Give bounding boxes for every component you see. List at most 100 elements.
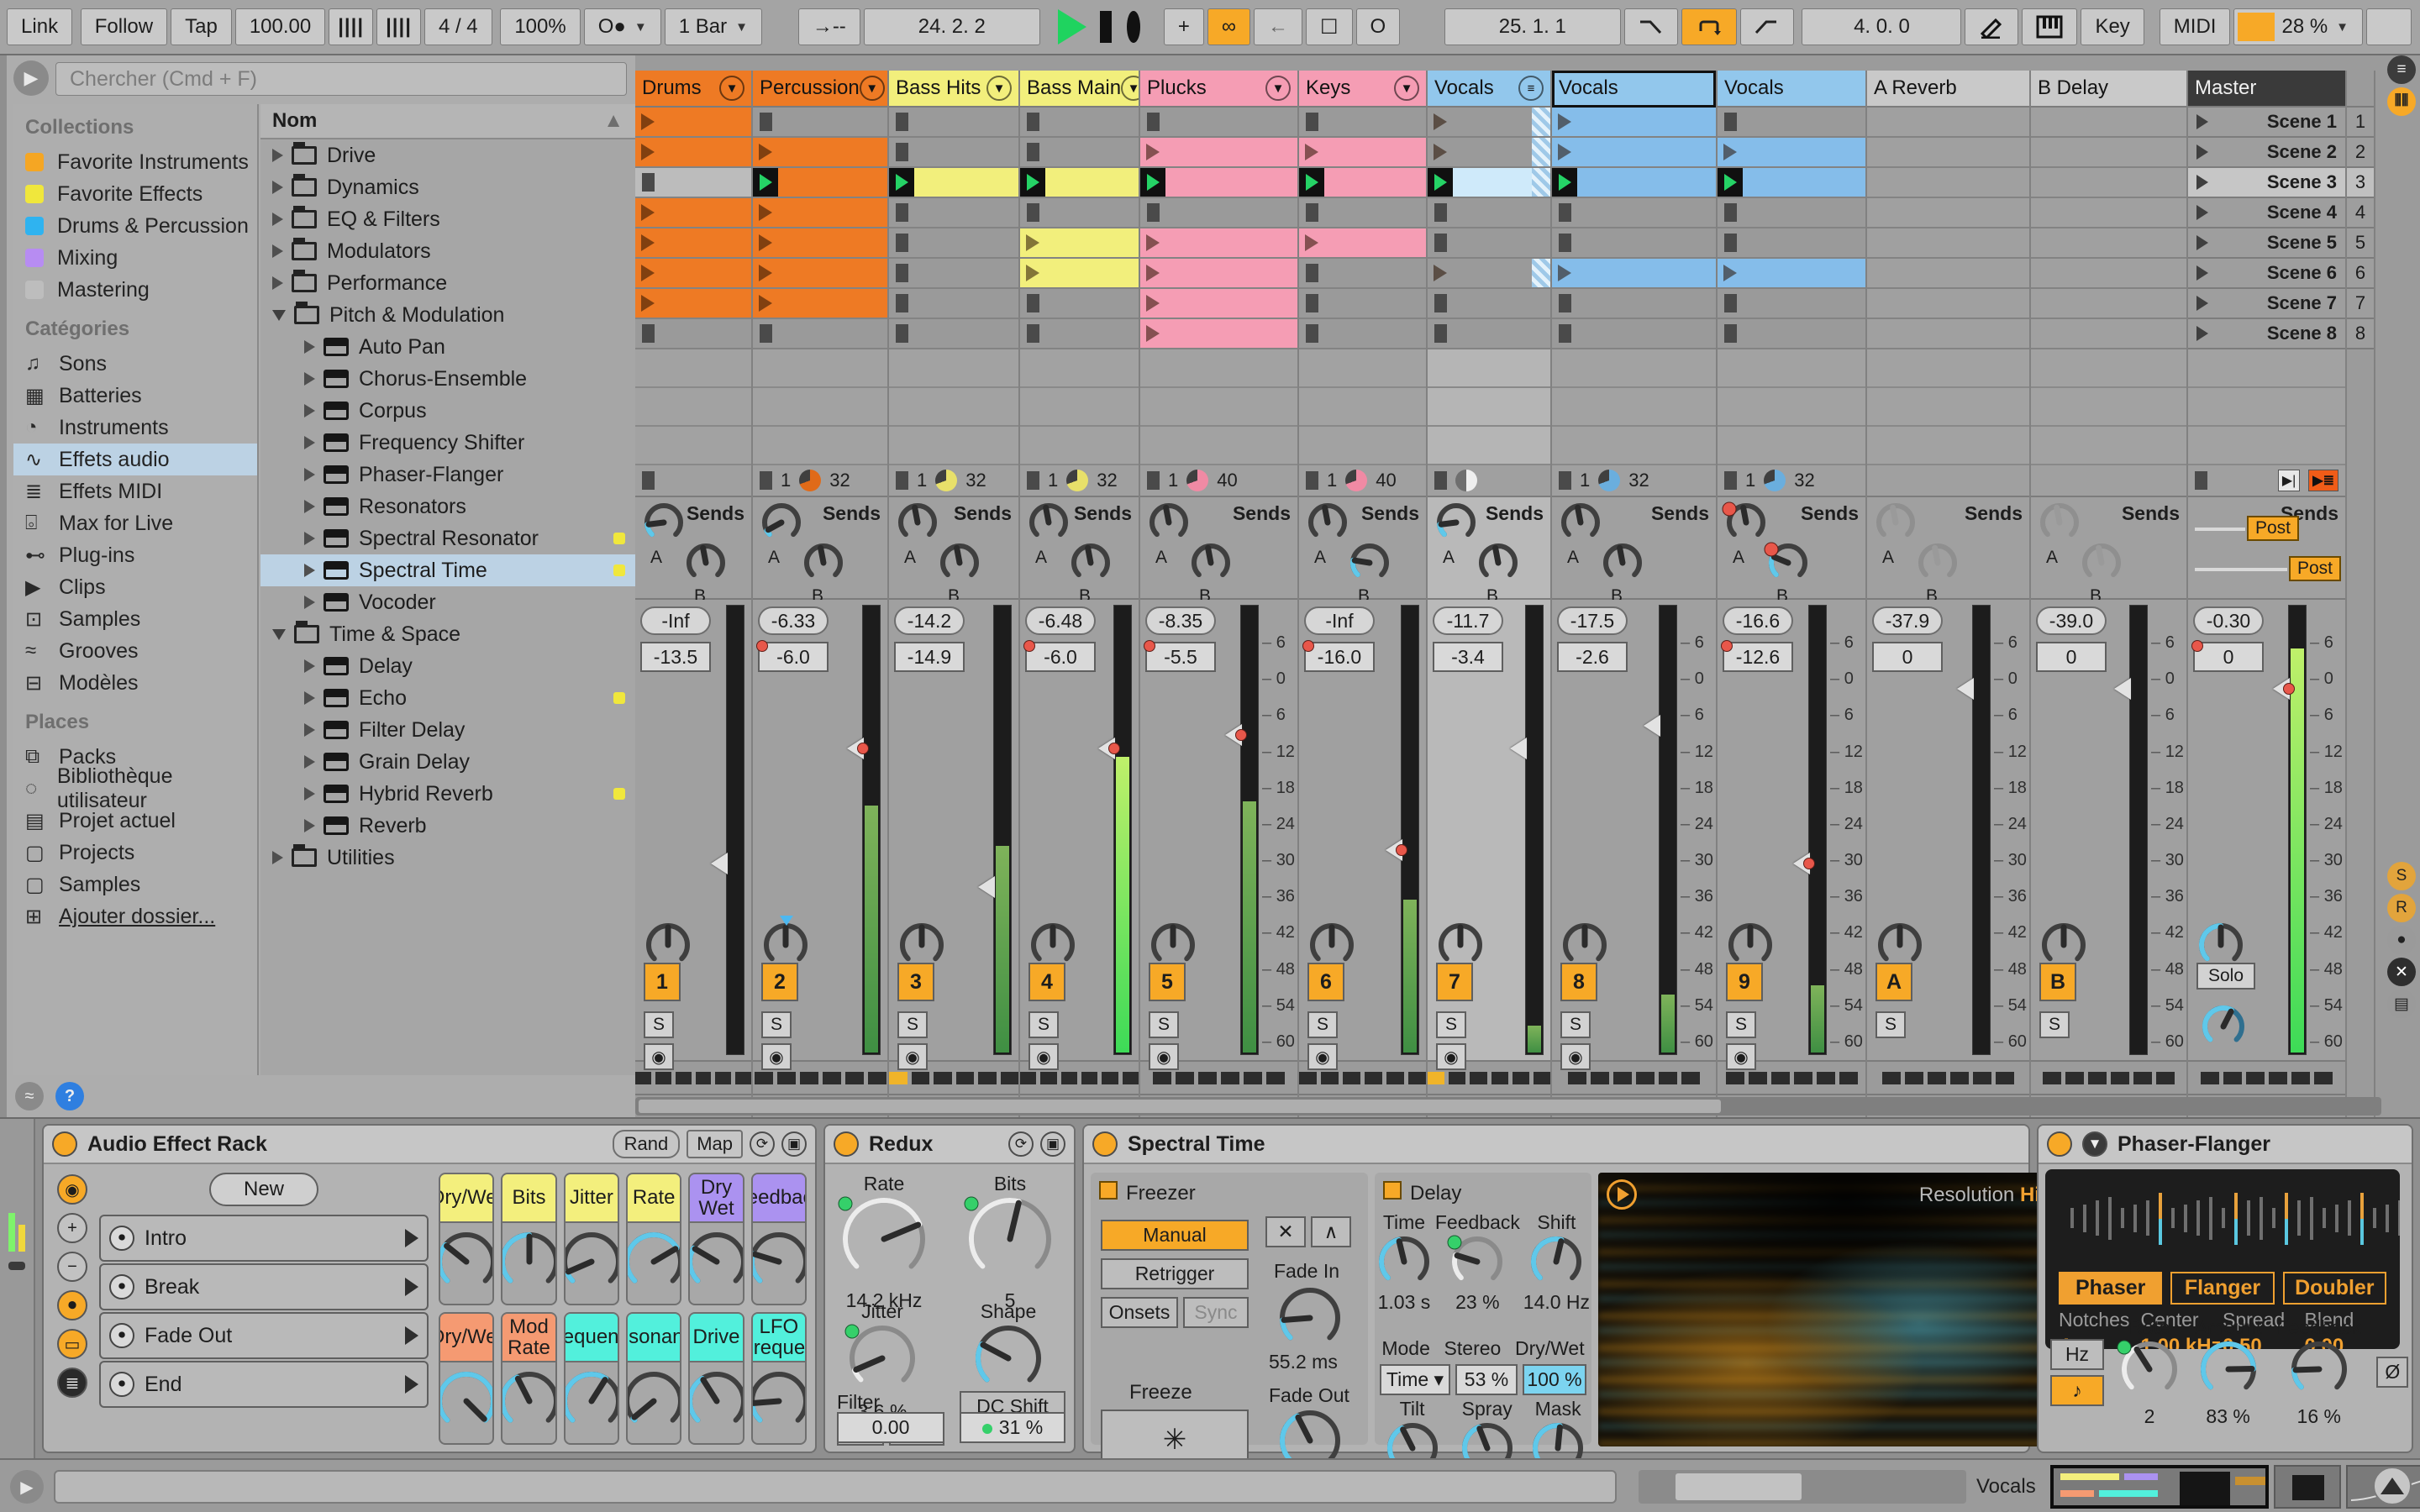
expand-arrow-icon[interactable] — [304, 596, 315, 609]
strip-cell[interactable] — [1973, 1072, 1991, 1084]
arm-button[interactable]: ◉ — [897, 1043, 928, 1070]
strip-cell[interactable] — [800, 1072, 818, 1084]
strip-cell[interactable] — [845, 1072, 864, 1084]
clip-slot-4[interactable] — [635, 198, 751, 228]
clip-slot-8[interactable] — [1867, 319, 2029, 349]
computer-midi-keyboard-button[interactable] — [2022, 8, 2077, 45]
clip-slot-6[interactable] — [635, 259, 751, 289]
expand-arrow-icon[interactable] — [304, 500, 315, 513]
strip-cell[interactable] — [2246, 1072, 2265, 1084]
expand-arrow-icon[interactable] — [272, 244, 283, 258]
phaser-power-led[interactable] — [2047, 1131, 2072, 1157]
collection-item-1[interactable]: Favorite Effects — [13, 178, 257, 210]
strip-cell[interactable] — [1343, 1072, 1360, 1084]
scene-slot-1[interactable]: Scene 1 — [2188, 108, 2345, 138]
clip-slot-2[interactable] — [1867, 138, 2029, 168]
clip-stop-row[interactable]: 132 — [1020, 465, 1139, 497]
category-item-grooves[interactable]: ≈Grooves — [13, 635, 257, 667]
macro-knob[interactable] — [501, 1230, 556, 1298]
rack-new-variation-button[interactable]: New — [209, 1173, 318, 1206]
browser-search-input[interactable]: Chercher (Cmd + F) — [55, 62, 627, 96]
peak-level-display[interactable]: -0.30 — [2193, 606, 2264, 635]
send-b-knob[interactable] — [938, 541, 981, 590]
category-item-batteries[interactable]: ▦Batteries — [13, 380, 257, 412]
scene-play-icon[interactable] — [2196, 144, 2208, 160]
arrangement-position-field[interactable]: 24. 2. 2 — [864, 8, 1040, 45]
track-activator[interactable]: 4 — [1028, 963, 1065, 1001]
strip-cell[interactable] — [1020, 1072, 1036, 1084]
scene-play-icon[interactable] — [2196, 175, 2208, 190]
scene-number-7[interactable]: 7 — [2347, 289, 2374, 319]
track-header-menu-icon[interactable]: ▼ — [1121, 76, 1139, 101]
tap-tempo-button[interactable]: Tap — [171, 8, 232, 45]
clip-slot-4[interactable] — [1718, 198, 1865, 228]
variation-camera-icon[interactable]: ⏺ — [109, 1372, 134, 1397]
phaser-sync-note-button[interactable]: ♪ — [2050, 1375, 2104, 1406]
track-header[interactable]: Bass Hits▼ — [889, 71, 1018, 108]
arm-button[interactable]: ◉ — [1149, 1043, 1179, 1070]
rack-variation-camera2-icon[interactable]: ▭ — [57, 1329, 87, 1359]
expand-arrow-icon[interactable] — [304, 436, 315, 449]
place-item-5[interactable]: ⊞Ajouter dossier... — [13, 900, 257, 932]
strip-cell[interactable] — [978, 1072, 997, 1084]
send-a-post-toggle[interactable]: Post — [2247, 516, 2299, 541]
strip-cell[interactable] — [1512, 1072, 1529, 1084]
clip-slot-3[interactable] — [1867, 168, 2029, 198]
expand-arrow-icon[interactable] — [272, 310, 286, 321]
clip-slot-5[interactable] — [1428, 228, 1550, 259]
macro-knob[interactable] — [439, 1369, 494, 1437]
expand-arrow-icon[interactable] — [304, 691, 315, 705]
strip-cell[interactable] — [2088, 1072, 2107, 1084]
tree-item-auto-pan[interactable]: Auto Pan — [260, 331, 635, 363]
scene-slot-6[interactable]: Scene 6 — [2188, 259, 2345, 289]
clip-slot-8[interactable] — [1718, 319, 1865, 349]
track-activator[interactable]: 3 — [897, 963, 934, 1001]
track-header[interactable]: Keys▼ — [1299, 71, 1426, 108]
track-activator[interactable]: 2 — [761, 963, 798, 1001]
clip-slot-7[interactable] — [2031, 289, 2186, 319]
expand-arrow-icon[interactable] — [304, 564, 315, 577]
clip-slot-8[interactable] — [2031, 319, 2186, 349]
session-view-toggle[interactable]: ⦀⦀ — [2387, 87, 2416, 116]
strip-cell[interactable] — [696, 1072, 712, 1084]
peak-level-display[interactable]: -6.33 — [758, 606, 829, 635]
punch-in-button[interactable] — [1624, 8, 1678, 45]
send-b-knob[interactable] — [1601, 541, 1644, 590]
strip-cell[interactable] — [1040, 1072, 1056, 1084]
strip-cell[interactable] — [1839, 1072, 1858, 1084]
send-b-slider[interactable] — [2195, 568, 2287, 571]
track-header[interactable]: Percussion▼ — [753, 71, 887, 108]
strip-cell[interactable] — [1176, 1072, 1194, 1084]
delay-shift-knob[interactable]: Shift14.0 Hz — [1523, 1211, 1590, 1314]
redux-power-led[interactable] — [834, 1131, 859, 1157]
nudge-up-button[interactable]: |||| — [376, 8, 421, 45]
clip-slot-2[interactable] — [2031, 138, 2186, 168]
tree-item-performance[interactable]: Performance — [260, 267, 635, 299]
strip-cell[interactable] — [1534, 1072, 1550, 1084]
strip-cell[interactable] — [1996, 1072, 2014, 1084]
expand-arrow-icon[interactable] — [272, 149, 283, 162]
scene-play-icon[interactable] — [2196, 235, 2208, 250]
expand-arrow-icon[interactable] — [272, 276, 283, 290]
track-activator[interactable]: 6 — [1307, 963, 1344, 1001]
rack-remove-macro-icon[interactable]: − — [57, 1252, 87, 1282]
clip-slot-3[interactable] — [1552, 168, 1716, 198]
macro-knob[interactable] — [626, 1230, 681, 1298]
overdub-button[interactable]: + — [1164, 8, 1204, 45]
session-horizontal-scrollbar[interactable] — [635, 1097, 2381, 1116]
scene-number-5[interactable]: 5 — [2347, 228, 2374, 259]
clip-slot-3[interactable] — [1718, 168, 1865, 198]
clip-slot-6[interactable] — [1299, 259, 1426, 289]
track-header-menu-icon[interactable]: ▼ — [1265, 76, 1291, 101]
clip-slot-5[interactable] — [889, 228, 1018, 259]
cue-volume-knob[interactable] — [2200, 1003, 2247, 1054]
category-item-effets-audio[interactable]: ∿Effets audio — [13, 444, 257, 475]
macro-knob[interactable] — [751, 1230, 807, 1298]
expand-arrow-icon[interactable] — [272, 181, 283, 194]
variation-launch-icon[interactable] — [405, 1278, 418, 1296]
record-button[interactable] — [1127, 11, 1139, 43]
show-mixer-toggle[interactable]: ● — [2387, 926, 2416, 954]
strip-cell[interactable] — [1726, 1072, 1744, 1084]
strip-cell[interactable] — [1153, 1072, 1171, 1084]
category-item-max-for-live[interactable]: ⌻Max for Live — [13, 507, 257, 539]
